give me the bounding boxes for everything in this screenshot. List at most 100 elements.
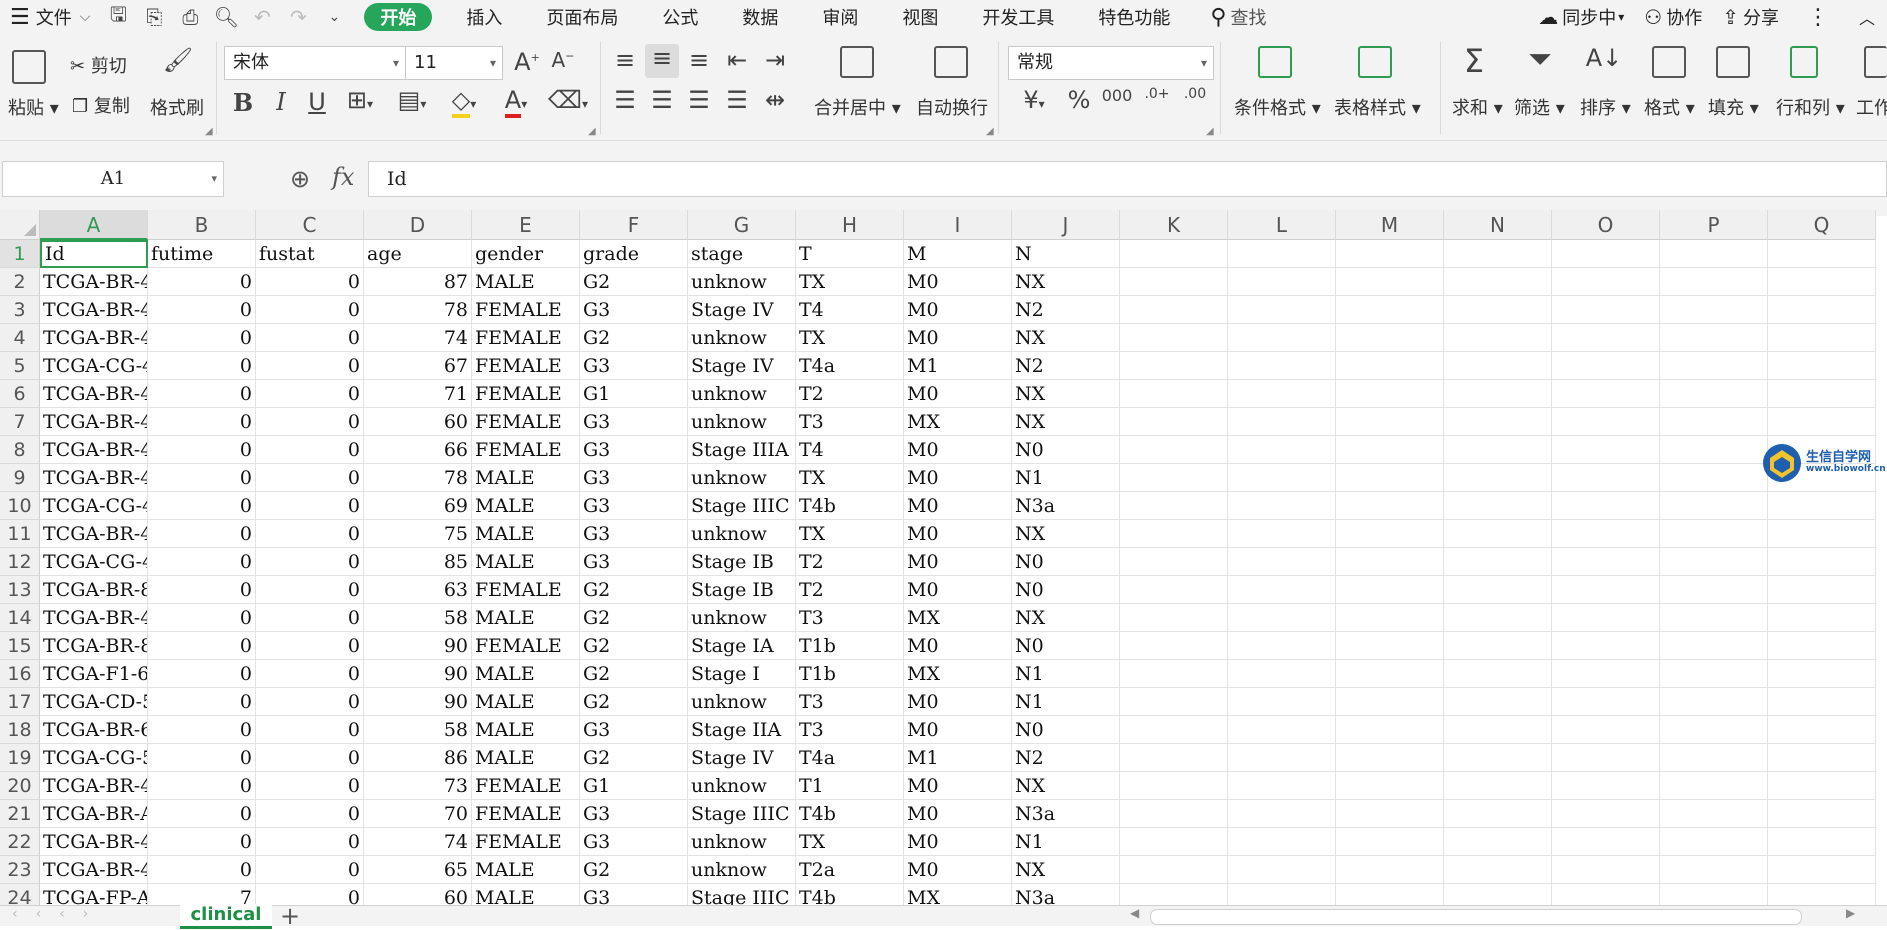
cell-B5[interactable]: 0 bbox=[148, 352, 256, 380]
cell-K19[interactable] bbox=[1120, 744, 1228, 772]
cell-B19[interactable]: 0 bbox=[148, 744, 256, 772]
cell-B1[interactable]: futime bbox=[148, 240, 256, 268]
column-header-M[interactable]: M bbox=[1336, 210, 1444, 240]
cell-D17[interactable]: 90 bbox=[364, 688, 472, 716]
cell-C23[interactable]: 0 bbox=[256, 856, 364, 884]
cell-N17[interactable] bbox=[1444, 688, 1552, 716]
align-right-icon[interactable]: ☰ bbox=[682, 86, 716, 114]
cell-Q18[interactable] bbox=[1768, 716, 1876, 744]
tab-3[interactable]: 页面布局 bbox=[524, 0, 640, 34]
cell-F21[interactable]: G3 bbox=[580, 800, 688, 828]
cell-L12[interactable] bbox=[1228, 548, 1336, 576]
cell-D8[interactable]: 66 bbox=[364, 436, 472, 464]
cell-I23[interactable]: M0 bbox=[904, 856, 1012, 884]
cell-K16[interactable] bbox=[1120, 660, 1228, 688]
cell-J2[interactable]: NX bbox=[1012, 268, 1120, 296]
sync-button[interactable]: ☁ 同步中 ▾ bbox=[1528, 0, 1634, 34]
cell-L14[interactable] bbox=[1228, 604, 1336, 632]
cell-F22[interactable]: G3 bbox=[580, 828, 688, 856]
merge-center-icon[interactable] bbox=[840, 46, 874, 78]
cell-P20[interactable] bbox=[1660, 772, 1768, 800]
row-header-19[interactable]: 19 bbox=[0, 744, 40, 772]
cell-L11[interactable] bbox=[1228, 520, 1336, 548]
cell-G7[interactable]: unknow bbox=[688, 408, 796, 436]
cell-I22[interactable]: M0 bbox=[904, 828, 1012, 856]
cell-D21[interactable]: 70 bbox=[364, 800, 472, 828]
cell-A10[interactable]: TCGA-CG-44 bbox=[40, 492, 148, 520]
cell-B12[interactable]: 0 bbox=[148, 548, 256, 576]
cell-O23[interactable] bbox=[1552, 856, 1660, 884]
cell-I21[interactable]: M0 bbox=[904, 800, 1012, 828]
row-header-14[interactable]: 14 bbox=[0, 604, 40, 632]
cell-J5[interactable]: N2 bbox=[1012, 352, 1120, 380]
merge-center-button[interactable]: 合并居中 ▾ bbox=[814, 94, 901, 120]
cell-A1[interactable]: Id bbox=[40, 240, 148, 268]
cell-Q17[interactable] bbox=[1768, 688, 1876, 716]
cell-N4[interactable] bbox=[1444, 324, 1552, 352]
cell-B14[interactable]: 0 bbox=[148, 604, 256, 632]
cell-K6[interactable] bbox=[1120, 380, 1228, 408]
customize-quick-access-icon[interactable]: ⌄ bbox=[316, 0, 352, 34]
cell-E18[interactable]: MALE bbox=[472, 716, 580, 744]
cell-G17[interactable]: unknow bbox=[688, 688, 796, 716]
cell-K8[interactable] bbox=[1120, 436, 1228, 464]
cell-G15[interactable]: Stage IA bbox=[688, 632, 796, 660]
copy-button[interactable]: ❐ 复制 bbox=[72, 92, 130, 118]
cell-Q20[interactable] bbox=[1768, 772, 1876, 800]
cell-A15[interactable]: TCGA-BR-84 bbox=[40, 632, 148, 660]
table-style-button[interactable]: 表格样式 ▾ bbox=[1334, 94, 1421, 120]
cell-P4[interactable] bbox=[1660, 324, 1768, 352]
cell-J11[interactable]: NX bbox=[1012, 520, 1120, 548]
conditional-format-icon[interactable] bbox=[1258, 46, 1292, 78]
column-header-Q[interactable]: Q bbox=[1768, 210, 1876, 240]
cell-I3[interactable]: M0 bbox=[904, 296, 1012, 324]
cell-I20[interactable]: M0 bbox=[904, 772, 1012, 800]
cell-K22[interactable] bbox=[1120, 828, 1228, 856]
cell-L20[interactable] bbox=[1228, 772, 1336, 800]
cell-F1[interactable]: grade bbox=[580, 240, 688, 268]
row-header-11[interactable]: 11 bbox=[0, 520, 40, 548]
insert-function-icon[interactable]: fx bbox=[332, 163, 354, 191]
cell-E20[interactable]: FEMALE bbox=[472, 772, 580, 800]
cell-E15[interactable]: FEMALE bbox=[472, 632, 580, 660]
column-header-N[interactable]: N bbox=[1444, 210, 1552, 240]
tab-9[interactable]: 特色功能 bbox=[1076, 0, 1192, 34]
percent-icon[interactable]: % bbox=[1062, 86, 1096, 114]
formula-input[interactable]: Id bbox=[368, 161, 1887, 197]
cell-Q1[interactable] bbox=[1768, 240, 1876, 268]
cell-M11[interactable] bbox=[1336, 520, 1444, 548]
cell-J18[interactable]: N0 bbox=[1012, 716, 1120, 744]
cell-D11[interactable]: 75 bbox=[364, 520, 472, 548]
cell-B23[interactable]: 0 bbox=[148, 856, 256, 884]
cell-J8[interactable]: N0 bbox=[1012, 436, 1120, 464]
cell-M10[interactable] bbox=[1336, 492, 1444, 520]
sum-button[interactable]: 求和 ▾ bbox=[1452, 94, 1503, 120]
cell-P15[interactable] bbox=[1660, 632, 1768, 660]
cell-M17[interactable] bbox=[1336, 688, 1444, 716]
cell-A8[interactable]: TCGA-BR-43 bbox=[40, 436, 148, 464]
cell-G13[interactable]: Stage IB bbox=[688, 576, 796, 604]
cell-P5[interactable] bbox=[1660, 352, 1768, 380]
row-col-icon[interactable] bbox=[1790, 46, 1818, 78]
cell-E6[interactable]: FEMALE bbox=[472, 380, 580, 408]
number-format-select[interactable]: 常规 ▾ bbox=[1008, 46, 1214, 80]
cell-P21[interactable] bbox=[1660, 800, 1768, 828]
cell-B21[interactable]: 0 bbox=[148, 800, 256, 828]
cell-D15[interactable]: 90 bbox=[364, 632, 472, 660]
add-sheet-icon[interactable]: + bbox=[280, 902, 300, 930]
cell-N12[interactable] bbox=[1444, 548, 1552, 576]
cell-F2[interactable]: G2 bbox=[580, 268, 688, 296]
cell-I15[interactable]: M0 bbox=[904, 632, 1012, 660]
cell-J10[interactable]: N3a bbox=[1012, 492, 1120, 520]
cell-N20[interactable] bbox=[1444, 772, 1552, 800]
fill-color-icon[interactable]: ◇▾ bbox=[444, 86, 484, 118]
cell-C3[interactable]: 0 bbox=[256, 296, 364, 324]
cell-N18[interactable] bbox=[1444, 716, 1552, 744]
cell-J12[interactable]: N0 bbox=[1012, 548, 1120, 576]
cell-B15[interactable]: 0 bbox=[148, 632, 256, 660]
row-header-10[interactable]: 10 bbox=[0, 492, 40, 520]
cell-A22[interactable]: TCGA-BR-43 bbox=[40, 828, 148, 856]
cell-O12[interactable] bbox=[1552, 548, 1660, 576]
cell-L6[interactable] bbox=[1228, 380, 1336, 408]
cell-P9[interactable] bbox=[1660, 464, 1768, 492]
